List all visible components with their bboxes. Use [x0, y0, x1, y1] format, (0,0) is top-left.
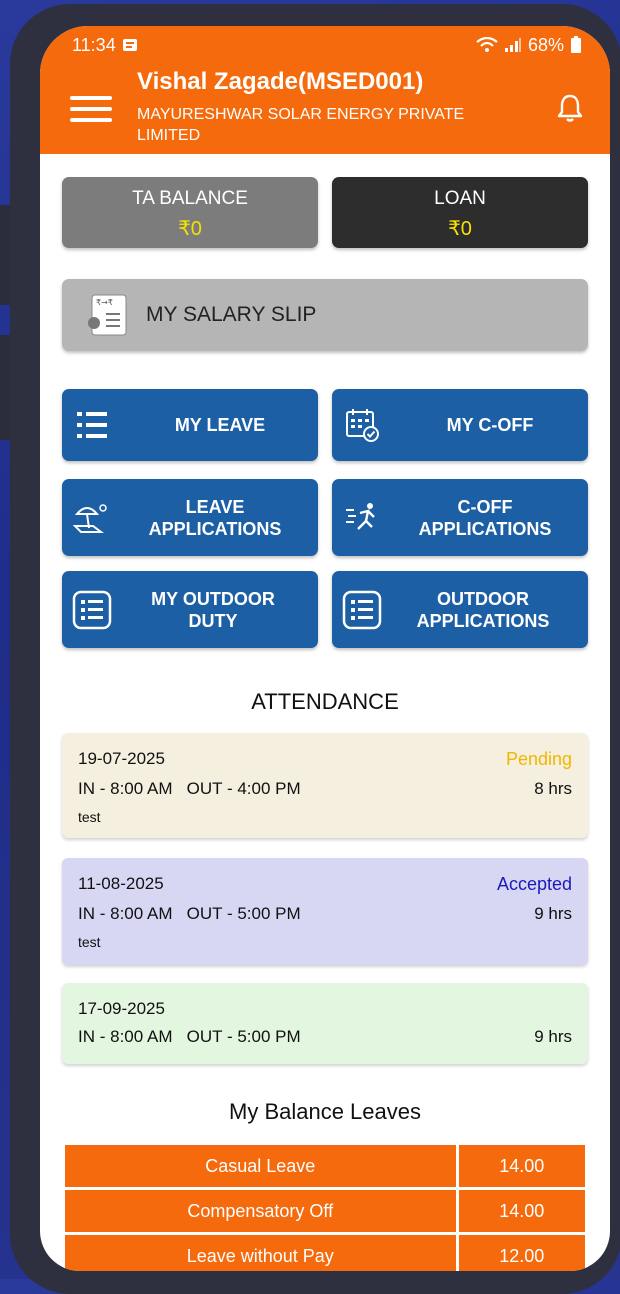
balance-leaves-heading: My Balance Leaves: [229, 1099, 421, 1124]
my-outdoor-duty-button[interactable]: MY OUTDOOR DUTY: [62, 571, 318, 648]
leave-type-cell: Compensatory Off: [62, 1187, 459, 1235]
attendance-date: 11-08-2025: [78, 874, 164, 893]
attendance-times: IN - 8:00 AM OUT - 5:00 PM: [78, 904, 301, 923]
leave-value-cell: 14.00: [455, 1142, 588, 1190]
ta-balance-card[interactable]: TA BALANCE ₹0: [62, 177, 318, 248]
company-name: MAYURESHWAR SOLAR ENERGY PRIVATE LIMITED: [137, 106, 465, 144]
salary-slip-button[interactable]: ₹→₹ MY SALARY SLIP: [62, 279, 588, 351]
leave-applications-label: LEAVE APPLICATIONS: [148, 496, 282, 539]
my-coff-label: MY C-OFF: [446, 415, 534, 435]
svg-text:₹→₹: ₹→₹: [96, 298, 113, 307]
app-header: 11:34 68% Vishal Zagade(MSED001) MAYURES…: [40, 26, 610, 154]
leave-applications-button[interactable]: LEAVE APPLICATIONS: [62, 479, 318, 556]
phone-frame: 11:34 68% Vishal Zagade(MSED001) MAYURES…: [10, 4, 620, 1294]
employee-name: Vishal Zagade(MSED001): [137, 68, 424, 95]
ta-balance-value: ₹0: [178, 218, 202, 240]
balance-leaves-table: Casual Leave 14.00 Compensatory Off 14.0…: [62, 1142, 588, 1271]
coff-applications-button[interactable]: C-OFF APPLICATIONS: [332, 479, 588, 556]
table-row: Casual Leave 14.00: [62, 1142, 588, 1190]
notification-icon: [122, 39, 137, 51]
table-row: Compensatory Off 14.00: [62, 1187, 588, 1235]
list-icon: [77, 412, 107, 438]
ta-balance-label: TA BALANCE: [132, 188, 248, 209]
bell-icon[interactable]: [554, 92, 586, 124]
attendance-heading: ATTENDANCE: [251, 689, 399, 714]
running-person-icon: [346, 502, 375, 530]
attendance-record[interactable]: 17-09-2025 IN - 8:00 AM OUT - 5:00 PM 9 …: [62, 983, 588, 1064]
wifi-icon: [476, 37, 498, 52]
attendance-status: Accepted: [496, 874, 572, 894]
leave-value-cell: 12.00: [455, 1232, 588, 1271]
attendance-times: IN - 8:00 AM OUT - 5:00 PM: [78, 1027, 301, 1046]
outdoor-applications-label: OUTDOOR APPLICATIONS: [416, 588, 550, 631]
attendance-date: 17-09-2025: [78, 999, 165, 1018]
my-leave-label: MY LEAVE: [174, 415, 266, 435]
table-row: Leave without Pay 12.00: [62, 1232, 588, 1271]
attendance-times: IN - 8:00 AM OUT - 4:00 PM: [78, 779, 301, 798]
attendance-record[interactable]: 19-07-2025 Pending IN - 8:00 AM OUT - 4:…: [62, 733, 588, 838]
status-bar: 11:34 68%: [72, 32, 582, 58]
beach-lounger-icon: [73, 503, 107, 533]
checklist-icon: [72, 590, 112, 629]
attendance-date: 19-07-2025: [78, 749, 165, 768]
attendance-note: test: [78, 934, 101, 950]
hamburger-menu-icon[interactable]: [70, 96, 112, 122]
app-screen: 11:34 68% Vishal Zagade(MSED001) MAYURES…: [40, 26, 610, 1271]
attendance-status: Pending: [505, 749, 572, 769]
signal-icon: [504, 38, 521, 52]
my-coff-button[interactable]: MY C-OFF: [332, 389, 588, 461]
loan-label: LOAN: [434, 188, 486, 209]
leave-type-cell: Casual Leave: [62, 1142, 459, 1190]
my-outdoor-duty-label: MY OUTDOOR DUTY: [151, 588, 275, 631]
attendance-record[interactable]: 11-08-2025 Accepted IN - 8:00 AM OUT - 5…: [62, 858, 588, 965]
coff-applications-label: C-OFF APPLICATIONS: [418, 496, 552, 539]
attendance-hours: 8 hrs: [534, 779, 572, 798]
salary-slip-label: MY SALARY SLIP: [146, 303, 317, 326]
loan-card[interactable]: LOAN ₹0: [332, 177, 588, 248]
leave-type-cell: Leave without Pay: [62, 1232, 459, 1271]
my-leave-button[interactable]: MY LEAVE: [62, 389, 318, 461]
battery-icon: [571, 36, 581, 53]
loan-value: ₹0: [448, 218, 472, 240]
attendance-note: test: [78, 809, 101, 825]
attendance-hours: 9 hrs: [534, 1027, 572, 1046]
battery-percent: 68%: [527, 34, 564, 55]
leave-value-cell: 14.00: [455, 1187, 588, 1235]
salary-slip-icon: ₹→₹: [88, 294, 127, 336]
attendance-hours: 9 hrs: [534, 904, 572, 923]
status-time: 11:34: [72, 34, 116, 55]
calendar-check-icon: [346, 409, 379, 442]
checklist-icon: [342, 590, 382, 629]
outdoor-applications-button[interactable]: OUTDOOR APPLICATIONS: [332, 571, 588, 648]
